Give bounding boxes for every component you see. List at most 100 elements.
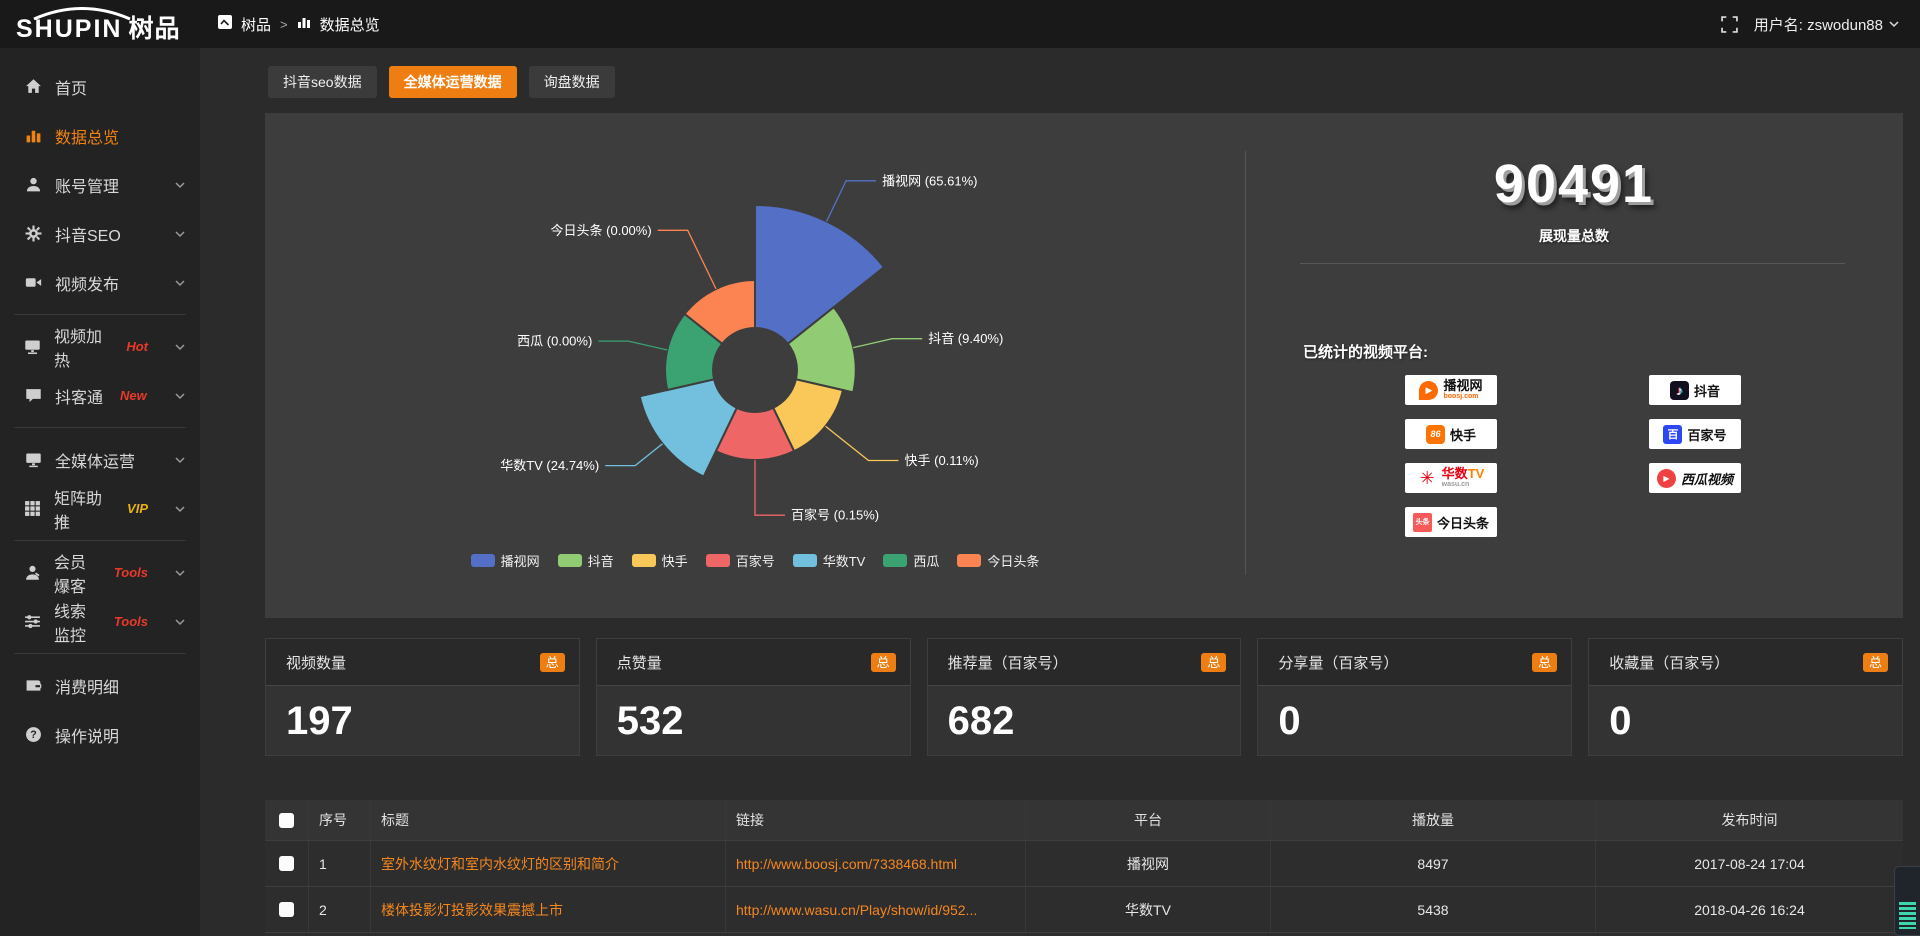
sidebar-badge-hot: Hot (126, 339, 148, 354)
pie-label-4: 华数TV (24.74%) (500, 458, 599, 473)
pie-label-line-1 (853, 339, 922, 348)
sidebar-item-douketong[interactable]: 抖客通New (0, 371, 200, 420)
header-time: 发布时间 (1596, 800, 1903, 840)
total-impressions-value: 90491 (1245, 153, 1903, 215)
tab-inquiry-data[interactable]: 询盘数据 (529, 66, 615, 98)
platform-card-douyin: ♪抖音 (1649, 375, 1741, 405)
legend-item-0[interactable]: 播视网 (471, 551, 540, 570)
breadcrumb-current[interactable]: 数据总览 (320, 14, 380, 35)
pie-slice-4[interactable] (640, 379, 737, 476)
legend-label: 今日头条 (987, 551, 1039, 570)
user2-icon (24, 564, 41, 581)
xigua-logo-icon: ▶ (1657, 469, 1676, 488)
legend-item-3[interactable]: 百家号 (706, 551, 775, 570)
stat-card-header: 分享量（百家号） 总 (1258, 639, 1571, 686)
chevron-down-icon (174, 567, 186, 579)
grid-icon (24, 500, 41, 517)
fullscreen-button[interactable] (1721, 16, 1738, 33)
total-badge: 总 (1201, 653, 1226, 672)
breadcrumb-root[interactable]: 树品 (241, 14, 271, 35)
floating-widget[interactable] (1894, 866, 1920, 936)
wallet-icon (24, 677, 42, 694)
total-badge: 总 (1863, 653, 1888, 672)
stat-card-0: 视频数量总197 (265, 638, 580, 756)
legend-item-5[interactable]: 西瓜 (883, 551, 939, 570)
sidebar-item-account-manage[interactable]: 账号管理 (0, 160, 200, 209)
wasu-logo-icon: ✳ (1418, 469, 1437, 488)
header-select-cell (265, 800, 309, 840)
sidebar-item-home[interactable]: 首页 (0, 62, 200, 111)
app-root: SHUPIN树品 树品 > 数据总览 用户名: zswodun88 首页数据总览… (0, 0, 1920, 936)
legend-swatch (471, 554, 495, 567)
legend-item-6[interactable]: 今日头条 (957, 551, 1039, 570)
stat-cards-row: 视频数量总197点赞量总532推荐量（百家号）总682分享量（百家号）总0收藏量… (265, 638, 1903, 756)
breadcrumb-root-icon (218, 15, 232, 33)
legend-swatch (883, 554, 907, 567)
sidebar-item-clue-monitor[interactable]: 线索监控Tools (0, 597, 200, 646)
pie-label-6: 今日头条 (0.00%) (551, 223, 652, 238)
data-tabs: 抖音seo数据全媒体运营数据询盘数据 (268, 66, 615, 98)
comment-icon (24, 387, 42, 404)
logo-cn: 树品 (128, 15, 180, 43)
sidebar-item-douyin-seo[interactable]: 抖音SEO (0, 209, 200, 258)
app-logo[interactable]: SHUPIN树品 (0, 7, 218, 42)
sidebar-item-matrix-boost[interactable]: 矩阵助推VIP (0, 484, 200, 533)
total-badge: 总 (540, 653, 565, 672)
header-title: 标题 (371, 800, 726, 840)
summary-divider (1300, 263, 1845, 264)
cell-link: http://www.wasu.cn/Play/show/id/952... (726, 887, 1026, 932)
sidebar-item-media-ops[interactable]: 全媒体运营 (0, 435, 200, 484)
row-select-cell (265, 841, 309, 886)
stat-card-3: 分享量（百家号）总0 (1257, 638, 1572, 756)
stat-card-header: 推荐量（百家号）总 (928, 639, 1241, 686)
video-title-link[interactable]: 室外水纹灯和室内水纹灯的区别和简介 (381, 854, 619, 874)
sidebar-item-label: 消费明细 (55, 674, 119, 698)
cell-time: 2018-04-26 16:24 (1596, 887, 1903, 932)
sidebar-item-help[interactable]: ?操作说明 (0, 710, 200, 759)
legend-item-2[interactable]: 快手 (632, 551, 688, 570)
chevron-down-icon (174, 179, 186, 191)
tv-icon (24, 338, 41, 355)
cell-plays: 8497 (1271, 841, 1596, 886)
row-checkbox[interactable] (279, 856, 294, 871)
video-title-link[interactable]: 楼体投影灯投影效果震撼上市 (381, 900, 563, 920)
total-badge: 总 (1532, 653, 1557, 672)
video-url-link[interactable]: http://www.wasu.cn/Play/show/id/952... (736, 902, 977, 918)
stat-card-title: 分享量（百家号） (1278, 652, 1398, 673)
legend-item-1[interactable]: 抖音 (558, 551, 614, 570)
sidebar-item-member-baoke[interactable]: 会员爆客Tools (0, 548, 200, 597)
header-no: 序号 (309, 800, 371, 840)
tab-douyin-seo-data[interactable]: 抖音seo数据 (268, 66, 377, 98)
cell-platform: 华数TV (1026, 887, 1271, 932)
row-select-cell (265, 887, 309, 932)
sidebar-item-consume-detail[interactable]: 消费明细 (0, 661, 200, 710)
sidebar-divider (14, 427, 186, 428)
table-row: 1室外水纹灯和室内水纹灯的区别和简介http://www.boosj.com/7… (265, 841, 1903, 887)
select-all-checkbox[interactable] (279, 813, 294, 828)
pie-label-1: 抖音 (9.40%) (928, 331, 1003, 346)
stat-card-value: 532 (597, 686, 910, 744)
sidebar-item-data-overview[interactable]: 数据总览 (0, 111, 200, 160)
cell-title: 室外水纹灯和室内水纹灯的区别和简介 (371, 841, 726, 886)
platform-column-right: ♪抖音百百家号▶西瓜视频 (1649, 375, 1741, 493)
legend-swatch (706, 554, 730, 567)
sidebar-item-video-heat[interactable]: 视频加热 Hot (0, 322, 200, 371)
user-menu[interactable]: 用户名: zswodun88 (1754, 14, 1900, 35)
sidebar-item-label: 全媒体运营 (55, 448, 135, 472)
sidebar-item-label: 线索监控 (54, 598, 97, 646)
sidebar-item-video-publish[interactable]: 视频发布 (0, 258, 200, 307)
legend-item-4[interactable]: 华数TV (793, 551, 866, 570)
video-url-link[interactable]: http://www.boosj.com/7338468.html (736, 856, 957, 872)
sidebar-item-label: 视频加热 (54, 323, 109, 371)
sidebar-item-label: 会员爆客 (54, 549, 97, 597)
pie-label-line-0 (827, 181, 877, 222)
sidebar-item-label: 数据总览 (55, 124, 119, 148)
row-checkbox[interactable] (279, 902, 294, 917)
sidebar-divider (14, 653, 186, 654)
toutiao-logo-icon: 头条 (1413, 513, 1432, 532)
tab-media-ops-data[interactable]: 全媒体运营数据 (389, 66, 517, 98)
stat-card-1: 点赞量总532 (596, 638, 911, 756)
chevron-down-icon (174, 277, 186, 289)
platform-card-toutiao: 头条今日头条 (1405, 507, 1497, 537)
sidebar-item-label: 矩阵助推 (54, 485, 110, 533)
